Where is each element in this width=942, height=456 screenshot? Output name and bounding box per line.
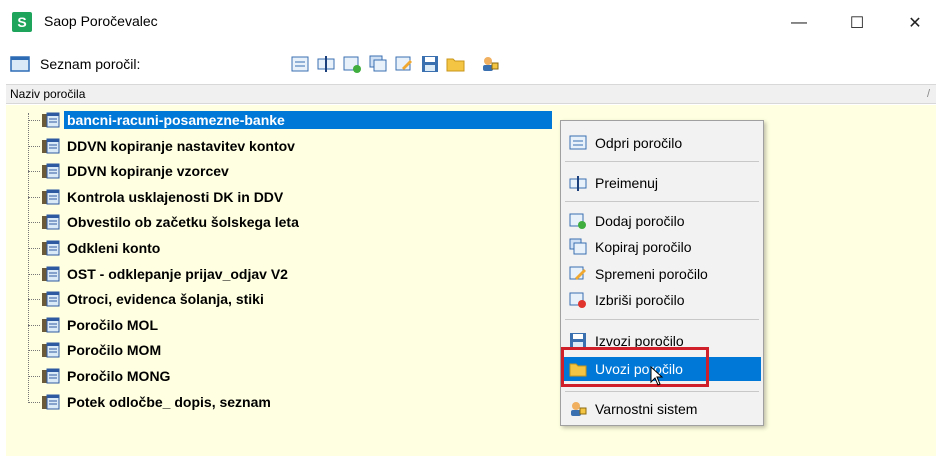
report-name: Kontrola usklajenosti DK in DDV [67, 189, 284, 205]
tree-connector [28, 247, 40, 249]
report-tree: bancni-racuni-posamezne-banke DDVN kopira… [6, 105, 936, 456]
add-report-icon [569, 213, 586, 229]
report-list-item[interactable]: Kontrola usklajenosti DK in DDV [28, 186, 588, 208]
report-name: Poročilo MOL [67, 317, 158, 333]
open-report-icon [569, 135, 587, 150]
list-window-icon [10, 56, 30, 72]
report-file-icon [42, 112, 60, 128]
copy-report-icon[interactable] [368, 54, 388, 74]
tree-connector [28, 273, 40, 275]
report-file-icon [42, 342, 60, 358]
minimize-button[interactable]: — [776, 8, 822, 38]
rename-icon[interactable] [316, 54, 336, 74]
report-list-item[interactable]: DDVN kopiranje nastavitev kontov [28, 135, 588, 157]
app-logo-icon: S [12, 12, 32, 32]
report-name: Poročilo MOM [67, 342, 162, 358]
report-list-item[interactable]: Poročilo MOL [28, 314, 588, 336]
report-list-item[interactable]: Otroci, evidenca šolanja, stiki [28, 288, 588, 310]
tree-connector [28, 401, 40, 403]
list-column-header[interactable]: Naziv poročila / [6, 84, 936, 104]
menu-item-label: Varnostni sistem [595, 401, 698, 417]
report-file-icon [42, 240, 60, 256]
tree-connector [28, 221, 40, 223]
menu-item-open-report[interactable]: Odpri poročilo [563, 131, 761, 155]
tree-connector [28, 196, 40, 198]
report-file-icon [42, 189, 60, 205]
column-name-label: Naziv poročila [10, 87, 86, 101]
menu-item-label: Dodaj poročilo [595, 213, 685, 229]
report-file-icon [42, 138, 60, 154]
report-file-icon [42, 368, 60, 384]
menu-item-label: Preimenuj [595, 175, 659, 191]
menu-item-label: Spremeni poročilo [595, 266, 708, 282]
report-file-icon [42, 214, 60, 230]
menu-item-delete-report[interactable]: Izbriši poročilo [563, 288, 761, 312]
menu-separator [565, 161, 759, 162]
report-name: Otroci, evidenca šolanja, stiki [67, 291, 264, 307]
close-button[interactable]: ✕ [892, 8, 938, 38]
report-list-item[interactable]: Obvestilo ob začetku šolskega leta [28, 211, 588, 233]
report-file-icon [42, 291, 60, 307]
open-report-icon[interactable] [290, 54, 310, 74]
report-list-item[interactable]: Poročilo MOM [28, 339, 588, 361]
report-file-icon [42, 163, 60, 179]
security-icon [571, 402, 587, 416]
delete-report-icon [569, 292, 586, 308]
report-list-item[interactable]: Poročilo MONG [28, 365, 588, 387]
report-name: bancni-racuni-posamezne-banke [64, 111, 552, 129]
report-list-item[interactable]: OST - odklepanje prijav_odjav V2 [28, 263, 588, 285]
menu-separator [565, 319, 759, 320]
add-report-icon[interactable] [342, 54, 362, 74]
menu-item-label: Izbriši poročilo [595, 292, 685, 308]
tree-connector [28, 324, 40, 326]
menu-item-rename[interactable]: Preimenuj [563, 171, 761, 195]
save-report-icon[interactable] [420, 54, 440, 74]
tree-connector [28, 119, 40, 121]
report-list-item[interactable]: Odkleni konto [28, 237, 588, 259]
report-name: Poročilo MONG [67, 368, 171, 384]
tree-connector [28, 375, 40, 377]
menu-item-label: Odpri poročilo [595, 135, 683, 151]
tree-connector [28, 349, 40, 351]
sort-indicator-icon: / [926, 88, 930, 100]
title-bar: S Saop Poročevalec — ☐ ✕ [0, 0, 942, 44]
report-name: Obvestilo ob začetku šolskega leta [67, 214, 299, 230]
window-title: Saop Poročevalec [44, 13, 158, 29]
menu-separator [565, 201, 759, 202]
security-icon[interactable] [480, 54, 500, 74]
menu-separator [565, 391, 759, 392]
report-list-item[interactable]: DDVN kopiranje vzorcev [28, 160, 588, 182]
menu-item-security-system[interactable]: Varnostni sistem [563, 397, 761, 421]
report-file-icon [42, 394, 60, 410]
report-list-item[interactable]: bancni-racuni-posamezne-banke [28, 109, 588, 131]
folder-icon[interactable] [446, 54, 466, 74]
report-name: DDVN kopiranje vzorcev [67, 163, 229, 179]
menu-item-copy-report[interactable]: Kopiraj poročilo [563, 235, 761, 259]
report-name: Odkleni konto [67, 240, 161, 256]
report-file-icon [42, 317, 60, 333]
copy-report-icon [569, 238, 587, 255]
highlight-annotation-box [561, 347, 709, 387]
menu-item-add-report[interactable]: Dodaj poročilo [563, 209, 761, 233]
report-name: DDVN kopiranje nastavitev kontov [67, 138, 295, 154]
tree-connector [28, 170, 40, 172]
edit-report-icon[interactable] [394, 54, 414, 74]
maximize-button[interactable]: ☐ [834, 8, 880, 38]
mouse-cursor-icon [650, 366, 664, 386]
report-list-item[interactable]: Potek odločbe_ dopis, seznam [28, 391, 588, 413]
tree-connector [28, 145, 40, 147]
menu-item-label: Kopiraj poročilo [595, 239, 692, 255]
report-name: Potek odločbe_ dopis, seznam [67, 394, 271, 410]
menu-item-edit-report[interactable]: Spremeni poročilo [563, 262, 761, 286]
toolbar: Seznam poročil: [6, 48, 936, 80]
report-list-label: Seznam poročil: [40, 56, 141, 72]
tree-connector [28, 298, 40, 300]
report-name: OST - odklepanje prijav_odjav V2 [67, 266, 288, 282]
edit-report-icon [569, 266, 586, 280]
rename-icon [569, 176, 587, 191]
report-file-icon [42, 266, 60, 282]
